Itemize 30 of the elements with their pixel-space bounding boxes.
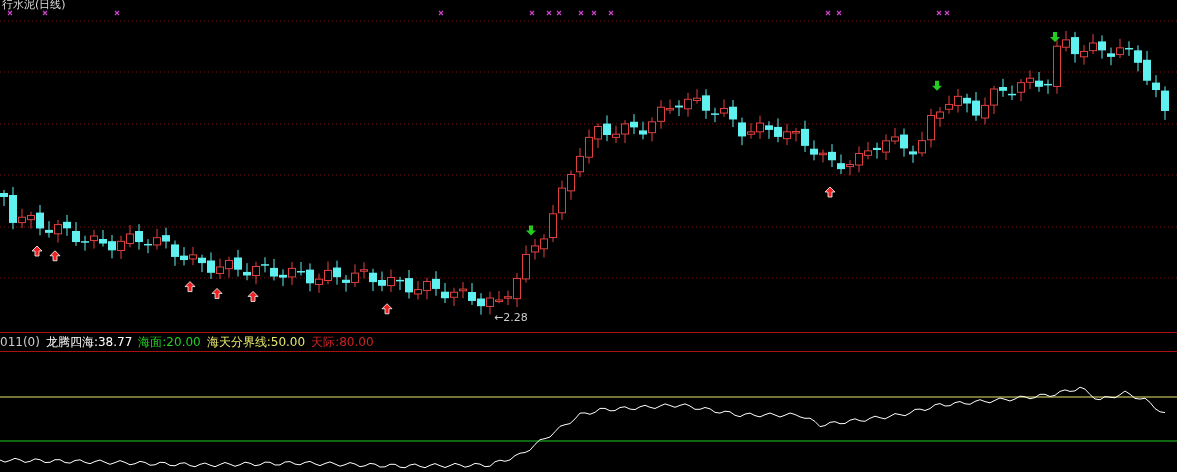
cross-mark-icon (591, 10, 597, 16)
cross-mark-icon (825, 10, 831, 16)
indicator-value: 海面:20.00 (138, 333, 201, 351)
cross-mark-icon (7, 10, 13, 16)
cross-mark-icon (529, 10, 535, 16)
down-arrow-icon (932, 80, 942, 91)
up-arrow-icon (49, 250, 61, 262)
cross-mark-icon (42, 10, 48, 16)
indicator-value: 海天分界线:50.00 (206, 333, 306, 351)
up-arrow-icon (31, 245, 43, 257)
cross-mark-icon (936, 10, 942, 16)
up-arrow-icon (184, 281, 196, 292)
up-arrow-icon (824, 186, 836, 198)
up-arrow-icon (247, 291, 259, 302)
cross-mark-icon (114, 10, 120, 16)
up-arrow-icon (211, 288, 223, 299)
cross-mark-icon (578, 10, 584, 16)
down-arrow-icon (526, 225, 536, 236)
price-low-label: ←2.28 (494, 311, 528, 324)
up-arrow-icon (381, 303, 393, 315)
cross-mark-icon (944, 10, 950, 16)
indicator-value: 龙腾四海:38.77 (45, 333, 133, 351)
cross-mark-icon (836, 10, 842, 16)
indicator-value: 天际:80.00 (311, 333, 374, 351)
cross-mark-icon (438, 10, 444, 16)
cross-mark-icon (556, 10, 562, 16)
down-arrow-icon (1050, 32, 1060, 42)
cross-mark-icon (546, 10, 552, 16)
cross-mark-icon (608, 10, 614, 16)
indicator-name: 011(0) (0, 335, 40, 349)
